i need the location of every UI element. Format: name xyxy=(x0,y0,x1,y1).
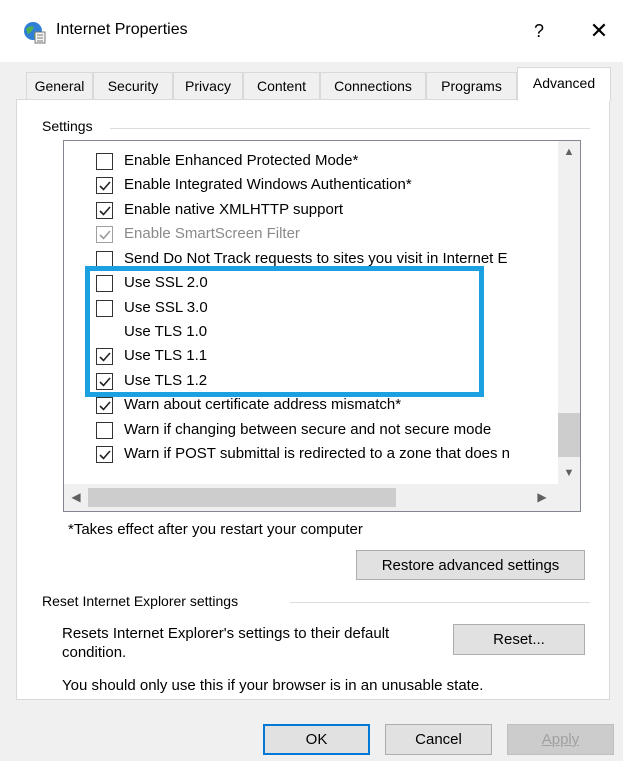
setting-label: Enable SmartScreen Filter xyxy=(124,225,300,242)
reset-description: Resets Internet Explorer's settings to t… xyxy=(62,625,390,661)
checkbox-checked[interactable] xyxy=(96,397,113,414)
scroll-right-arrow-icon[interactable]: ▶ xyxy=(530,484,554,511)
checkbox-unchecked[interactable] xyxy=(96,153,113,170)
setting-label: Enable Enhanced Protected Mode* xyxy=(124,152,359,169)
setting-label: Enable native XMLHTTP support xyxy=(124,201,344,218)
list-item: Enable SmartScreen Filter xyxy=(64,222,558,246)
ok-button[interactable]: OK xyxy=(263,724,370,755)
horizontal-scroll-thumb[interactable] xyxy=(88,488,396,507)
checkbox-checked-disabled xyxy=(96,226,113,243)
list-item[interactable]: Use SSL 3.0 xyxy=(64,296,558,320)
list-item[interactable]: Use TLS 1.2 xyxy=(64,369,558,393)
setting-label: Use TLS 1.0 xyxy=(124,323,208,340)
tab-content[interactable]: Content xyxy=(243,72,320,100)
help-button[interactable]: ? xyxy=(525,17,553,45)
checkbox-checked[interactable] xyxy=(96,446,113,463)
setting-label: Use SSL 2.0 xyxy=(124,274,208,291)
checkbox-unchecked[interactable] xyxy=(96,275,113,292)
scroll-left-arrow-icon[interactable]: ◀ xyxy=(64,484,88,511)
restart-note: *Takes effect after you restart your com… xyxy=(68,521,363,538)
setting-label: Use SSL 3.0 xyxy=(124,299,208,316)
setting-label: Enable Integrated Windows Authentication… xyxy=(124,176,412,193)
checkbox-checked[interactable] xyxy=(96,348,113,365)
settings-group-label: Settings xyxy=(42,118,99,134)
tab-connections[interactable]: Connections xyxy=(320,72,426,100)
cancel-button[interactable]: Cancel xyxy=(385,724,492,755)
horizontal-scrollbar[interactable]: ◀ ▶ xyxy=(64,484,580,511)
close-button[interactable]: ✕ xyxy=(585,17,613,45)
tab-strip: General Security Privacy Content Connect… xyxy=(0,66,623,101)
list-item[interactable]: Use SSL 2.0 xyxy=(64,271,558,295)
restore-advanced-settings-button[interactable]: Restore advanced settings xyxy=(356,550,585,580)
list-item[interactable]: Enable native XMLHTTP support xyxy=(64,198,558,222)
tab-privacy[interactable]: Privacy xyxy=(173,72,243,100)
settings-group-line xyxy=(110,128,590,129)
setting-label: Warn if changing between secure and not … xyxy=(124,421,492,438)
reset-button[interactable]: Reset... xyxy=(453,624,585,655)
list-item[interactable]: Enable Integrated Windows Authentication… xyxy=(64,173,558,197)
tab-programs[interactable]: Programs xyxy=(426,72,517,100)
setting-label: Warn if POST submittal is redirected to … xyxy=(124,445,511,462)
checkbox-checked[interactable] xyxy=(96,373,113,390)
list-item[interactable]: Use TLS 1.1 xyxy=(64,344,558,368)
setting-label: Use TLS 1.2 xyxy=(124,372,208,389)
reset-warning: You should only use this if your browser… xyxy=(62,677,484,694)
internet-options-globe-icon xyxy=(24,22,46,44)
tab-security[interactable]: Security xyxy=(93,72,173,100)
list-item[interactable]: Send Do Not Track requests to sites you … xyxy=(64,247,558,271)
tab-general[interactable]: General xyxy=(26,72,93,100)
setting-label: Send Do Not Track requests to sites you … xyxy=(124,250,508,267)
vertical-scroll-thumb[interactable] xyxy=(558,413,580,457)
settings-list[interactable]: Enable Enhanced Protected Mode* Enable I… xyxy=(63,140,581,512)
checkbox-unchecked[interactable] xyxy=(96,422,113,439)
setting-label: Warn about certificate address mismatch* xyxy=(124,396,402,413)
scroll-down-arrow-icon[interactable]: ▼ xyxy=(558,462,580,484)
tab-advanced[interactable]: Advanced xyxy=(517,67,611,101)
reset-group-line xyxy=(290,602,590,603)
list-item[interactable]: Warn about certificate address mismatch* xyxy=(64,393,558,417)
list-item[interactable]: Warn if changing between secure and not … xyxy=(64,418,558,442)
window-title: Internet Properties xyxy=(56,21,188,38)
title-bar: Internet Properties ? ✕ xyxy=(0,0,623,62)
checkbox-unchecked[interactable] xyxy=(96,251,113,268)
scroll-up-arrow-icon[interactable]: ▲ xyxy=(558,141,580,163)
setting-label: Use TLS 1.1 xyxy=(124,347,208,364)
vertical-scrollbar[interactable]: ▲ ▼ xyxy=(558,141,580,484)
checkbox-checked[interactable] xyxy=(96,177,113,194)
list-item[interactable]: Use TLS 1.0 xyxy=(64,320,558,344)
list-item[interactable]: Enable Enhanced Protected Mode* xyxy=(64,149,558,173)
checkbox-checked[interactable] xyxy=(96,202,113,219)
checkbox-unchecked[interactable] xyxy=(96,300,113,317)
scrollbar-corner xyxy=(558,484,580,511)
list-item[interactable]: Warn if POST submittal is redirected to … xyxy=(64,442,558,466)
reset-group-label: Reset Internet Explorer settings xyxy=(42,593,245,609)
apply-button[interactable]: Apply xyxy=(507,724,614,755)
